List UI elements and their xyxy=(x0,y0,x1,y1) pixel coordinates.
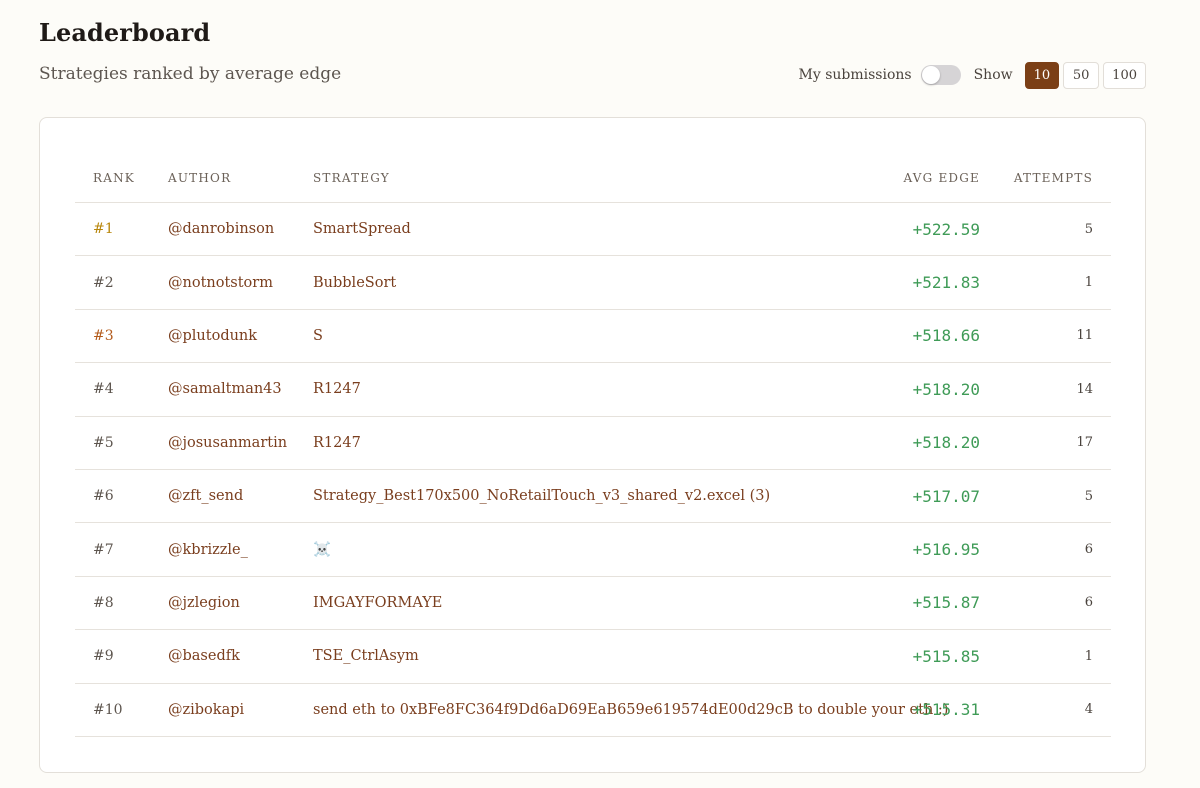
strategy-name: IMGAYFORMAYE xyxy=(313,594,443,611)
table-row[interactable]: #3 @plutodunk S +518.66 11 xyxy=(75,310,1111,364)
table-header: RANK AUTHOR STRATEGY AVG EDGE ATTEMPTS xyxy=(75,151,1111,203)
strategy-name: R1247 xyxy=(313,434,361,451)
table-row[interactable]: #5 @josusanmartin R1247 +518.20 17 xyxy=(75,417,1111,470)
author-link[interactable]: @josusanmartin xyxy=(168,417,287,469)
my-submissions-toggle[interactable] xyxy=(920,65,961,85)
author-link[interactable]: @jzlegion xyxy=(168,577,240,629)
page-size-50-button[interactable]: 50 xyxy=(1063,61,1100,89)
col-header-avg-edge: AVG EDGE xyxy=(903,171,980,185)
toolbar: My submissions Show 10 50 100 xyxy=(798,61,1146,89)
toggle-knob xyxy=(921,66,940,84)
attempts-count: 6 xyxy=(1084,595,1093,611)
table-row[interactable]: #9 @basedfk TSE_CtrlAsym +515.85 1 xyxy=(75,630,1111,684)
col-header-author: AUTHOR xyxy=(168,171,232,185)
author-link[interactable]: @zibokapi xyxy=(168,684,244,736)
strategy-name: Strategy_Best170x500_NoRetailTouch_v3_sh… xyxy=(313,488,771,505)
author-link[interactable]: @danrobinson xyxy=(168,203,274,255)
strategy-name: ☠️ xyxy=(313,542,332,559)
my-submissions-label: My submissions xyxy=(798,67,912,83)
author-link[interactable]: @plutodunk xyxy=(168,310,257,362)
rank-cell: #4 xyxy=(93,381,114,398)
attempts-count: 14 xyxy=(1076,381,1093,397)
table-row[interactable]: #7 @kbrizzle_ ☠️ +516.95 6 xyxy=(75,523,1111,577)
rank-cell: #1 xyxy=(93,221,114,238)
table-row[interactable]: #8 @jzlegion IMGAYFORMAYE +515.87 6 xyxy=(75,577,1111,631)
attempts-count: 4 xyxy=(1084,702,1093,718)
table-row[interactable]: #6 @zft_send Strategy_Best170x500_NoRetail… xyxy=(75,470,1111,524)
author-link[interactable]: @notnotstorm xyxy=(168,256,273,308)
table-row[interactable]: #2 @notnotstorm BubbleSort +521.83 1 xyxy=(75,256,1111,310)
rank-cell: #8 xyxy=(93,594,114,611)
rank-cell: #3 xyxy=(93,327,114,344)
rank-cell: #7 xyxy=(93,541,114,558)
table-row[interactable]: #1 @danrobinson SmartSpread +522.59 5 xyxy=(75,203,1111,257)
avg-edge-value: +518.66 xyxy=(912,326,980,346)
table-row[interactable]: #4 @samaltman43 R1247 +518.20 14 xyxy=(75,363,1111,417)
avg-edge-value: +521.83 xyxy=(912,273,980,293)
attempts-count: 1 xyxy=(1084,275,1093,291)
col-header-rank: RANK xyxy=(93,171,135,185)
attempts-count: 17 xyxy=(1076,435,1093,451)
attempts-count: 1 xyxy=(1084,648,1093,664)
page-size-100-button[interactable]: 100 xyxy=(1103,61,1146,89)
strategy-name: BubbleSort xyxy=(313,274,397,291)
rank-cell: #6 xyxy=(93,488,114,505)
author-link[interactable]: @samaltman43 xyxy=(168,363,282,415)
avg-edge-value: +515.31 xyxy=(912,700,980,720)
avg-edge-value: +515.85 xyxy=(912,646,980,666)
avg-edge-value: +522.59 xyxy=(912,219,980,239)
avg-edge-value: +516.95 xyxy=(912,540,980,560)
show-label: Show xyxy=(973,67,1013,83)
table-body: #1 @danrobinson SmartSpread +522.59 5 #2 @notn… xyxy=(75,203,1111,737)
attempts-count: 5 xyxy=(1084,221,1093,237)
col-header-strategy: STRATEGY xyxy=(313,171,390,185)
rank-cell: #2 xyxy=(93,274,114,291)
strategy-name: R1247 xyxy=(313,381,361,398)
rank-cell: #5 xyxy=(93,434,114,451)
attempts-count: 11 xyxy=(1076,328,1093,344)
avg-edge-value: +517.07 xyxy=(912,486,980,506)
avg-edge-value: +515.87 xyxy=(912,593,980,613)
strategy-name: S xyxy=(313,327,323,344)
avg-edge-value: +518.20 xyxy=(912,433,980,453)
attempts-count: 5 xyxy=(1084,488,1093,504)
strategy-name: TSE_CtrlAsym xyxy=(313,648,419,665)
page-subtitle: Strategies ranked by average edge xyxy=(39,64,342,84)
avg-edge-value: +518.20 xyxy=(912,379,980,399)
col-header-attempts: ATTEMPTS xyxy=(1013,171,1093,185)
author-link[interactable]: @kbrizzle_ xyxy=(168,523,248,575)
page-title: Leaderboard xyxy=(39,18,211,47)
table-row[interactable]: #10 @zibokapi send eth to 0xBFe8FC364f9Dd6… xyxy=(75,684,1111,737)
author-link[interactable]: @basedfk xyxy=(168,630,240,682)
strategy-name: SmartSpread xyxy=(313,221,411,238)
attempts-count: 6 xyxy=(1084,542,1093,558)
leaderboard-card: RANK AUTHOR STRATEGY AVG EDGE ATTEMPTS #… xyxy=(39,117,1146,773)
rank-cell: #10 xyxy=(93,701,123,718)
page-size-10-button[interactable]: 10 xyxy=(1024,61,1060,89)
rank-cell: #9 xyxy=(93,648,114,665)
author-link[interactable]: @zft_send xyxy=(168,470,243,522)
strategy-name: send eth to 0xBFe8FC364f9Dd6aD69EaB659e6… xyxy=(313,701,949,718)
leaderboard-table: RANK AUTHOR STRATEGY AVG EDGE ATTEMPTS #… xyxy=(75,151,1111,737)
